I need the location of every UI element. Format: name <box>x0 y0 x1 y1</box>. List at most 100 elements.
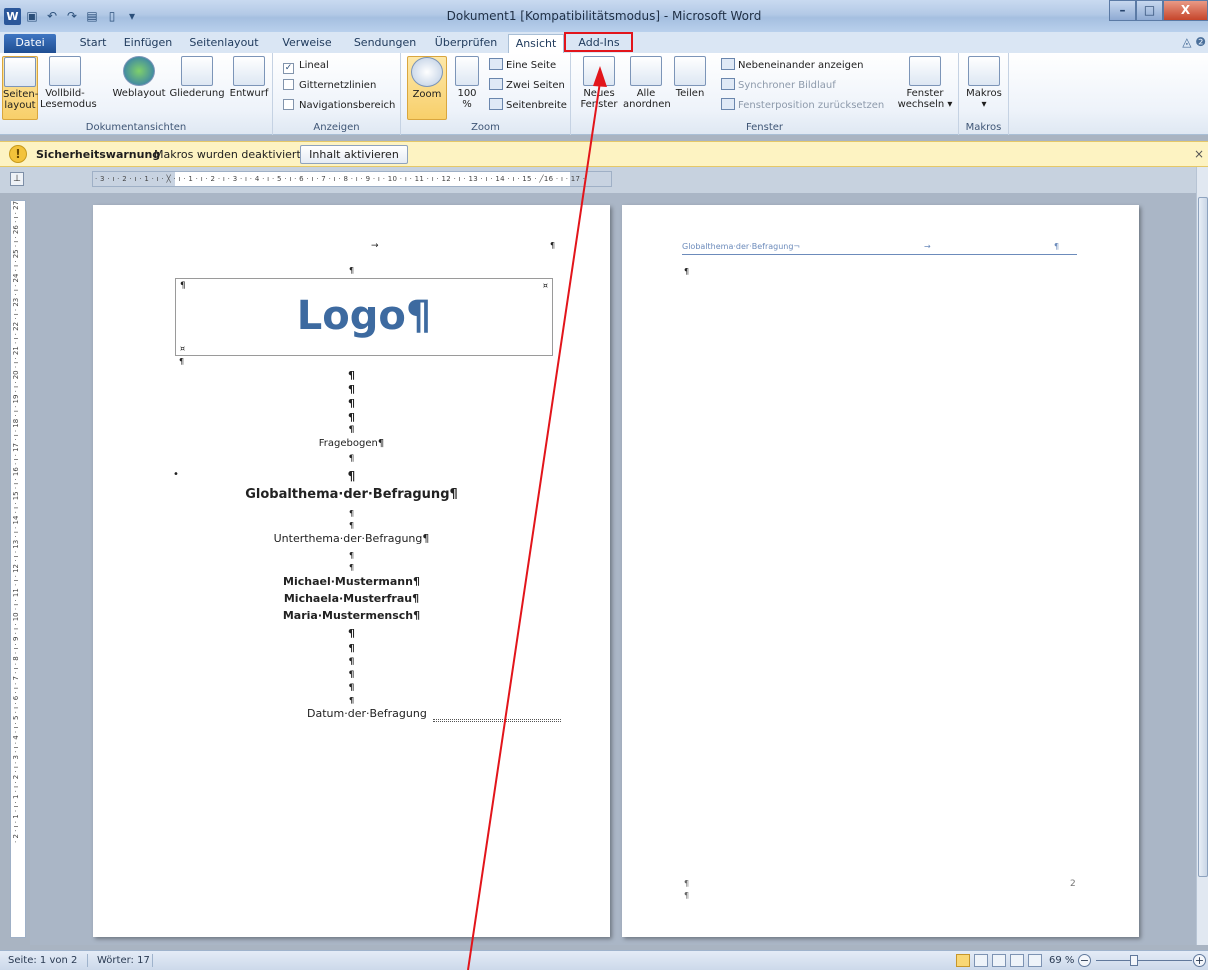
close-security-bar-icon[interactable]: × <box>1194 147 1204 161</box>
tab-selector-icon[interactable]: ⊥ <box>10 172 24 186</box>
lineal-checkbox-row[interactable]: ✓ Lineal <box>283 58 329 74</box>
gitternetzlinien-checkbox-row[interactable]: Gitternetzlinien <box>283 78 376 94</box>
fragebogen-text[interactable]: Fragebogen¶ <box>93 438 610 449</box>
paragraph-mark: ¶ <box>348 683 355 693</box>
horizontal-ruler[interactable]: · 3 · ı · 2 · ı · 1 · ı · ╳ · ı · 1 · ı … <box>92 171 612 187</box>
reset-window-position-icon <box>721 98 735 110</box>
side-by-side-icon <box>721 58 735 70</box>
tab-sendungen[interactable]: Sendungen <box>350 34 420 53</box>
word-count-status[interactable]: Wörter: 17 <box>97 955 150 966</box>
makros-label: Makros ▾ <box>966 88 1002 110</box>
neues-fenster-label: Neues Fenster <box>580 88 618 110</box>
fensterposition-label: Fensterposition zurücksetzen <box>738 100 885 111</box>
group-fenster: Neues Fenster Alle anordnen Teilen Neben… <box>571 53 959 135</box>
full-screen-reading-icon <box>49 56 81 86</box>
vertical-ruler-scale: · 2 · ı · 1 · ı · 1 · ı · 2 · ı · 3 · ı … <box>12 201 20 844</box>
alle-anordnen-button[interactable]: Alle anordnen <box>623 56 671 110</box>
seitenlayout-view-button[interactable]: Seiten- layout <box>2 56 38 120</box>
synchroner-label: Synchroner Bildlauf <box>738 80 836 91</box>
web-layout-view-icon[interactable] <box>992 954 1006 967</box>
fensterposition-zuruecksetzen-button[interactable]: Fensterposition zurücksetzen <box>721 98 884 114</box>
lineal-checkbox[interactable]: ✓ <box>283 63 294 74</box>
author-1[interactable]: Michael·Mustermann¶ <box>93 575 610 588</box>
status-bar: Seite: 1 von 2 Wörter: 17 69 % − + <box>0 950 1208 970</box>
entwurf-button[interactable]: Entwurf <box>228 56 270 99</box>
logo-box-pilcrow: ¶ <box>180 281 186 291</box>
zoom-out-button[interactable]: − <box>1078 954 1091 967</box>
page2-header-tab: → <box>924 242 931 251</box>
vertical-ruler[interactable]: · 2 · ı · 1 · ı · 1 · ı · 2 · ı · 3 · ı … <box>10 200 26 938</box>
minimize-button[interactable]: – <box>1109 0 1136 21</box>
tab-verweise[interactable]: Verweise <box>278 34 336 53</box>
paragraph-mark: ¶ <box>348 657 355 667</box>
zoom-in-button[interactable]: + <box>1193 954 1206 967</box>
new-window-icon <box>583 56 615 86</box>
enable-content-button[interactable]: Inhalt aktivieren <box>300 145 408 164</box>
fenster-wechseln-button[interactable]: Fenster wechseln ▾ <box>897 56 953 110</box>
gitternetzlinien-checkbox[interactable] <box>283 79 294 90</box>
page-2[interactable]: Globalthema·der·Befragung¬ → ¶ ¶ ¶ ¶ 2 <box>622 205 1139 937</box>
two-pages-icon <box>489 78 503 90</box>
help-icon[interactable]: ◬ ❷ <box>1182 35 1206 49</box>
document-area[interactable]: → ¶ ¶ ¶ ¤ ¤ Logo¶ ¶ ¶ ¶ ¶ ¶ ¶ Fragebogen… <box>30 193 1196 945</box>
outline-view-icon[interactable] <box>1010 954 1024 967</box>
maximize-button[interactable]: □ <box>1136 0 1163 21</box>
lineal-label: Lineal <box>299 60 329 71</box>
tab-einfuegen[interactable]: Einfügen <box>120 34 176 53</box>
zoom-slider-track[interactable] <box>1096 960 1192 961</box>
arrange-all-icon <box>630 56 662 86</box>
navigationsbereich-checkbox-row[interactable]: Navigationsbereich <box>283 98 395 114</box>
page-1[interactable]: → ¶ ¶ ¶ ¤ ¤ Logo¶ ¶ ¶ ¶ ¶ ¶ ¶ Fragebogen… <box>93 205 610 937</box>
page2-header-text[interactable]: Globalthema·der·Befragung¬ <box>682 242 800 251</box>
globalthema-heading[interactable]: Globalthema·der·Befragung¶ <box>93 487 610 502</box>
weblayout-button[interactable]: Weblayout <box>112 56 166 99</box>
navigationsbereich-checkbox[interactable] <box>283 99 294 110</box>
window-controls: – □ X <box>1109 0 1208 21</box>
page-count-status[interactable]: Seite: 1 von 2 <box>8 955 77 966</box>
zoom-100-button[interactable]: 100 % <box>451 56 483 110</box>
synchroner-bildlauf-button[interactable]: Synchroner Bildlauf <box>721 78 836 94</box>
scrollbar-thumb[interactable] <box>1198 197 1208 877</box>
tab-start[interactable]: Start <box>72 34 114 53</box>
author-2[interactable]: Michaela·Musterfrau¶ <box>93 592 610 605</box>
author-3[interactable]: Maria·Mustermensch¶ <box>93 609 610 622</box>
header-tab-mark: → <box>371 241 379 251</box>
vertical-scrollbar[interactable] <box>1196 167 1208 945</box>
paragraph-mark: ¶ <box>684 879 690 888</box>
full-screen-view-icon[interactable] <box>974 954 988 967</box>
group-label-fenster: Fenster <box>745 122 784 133</box>
tab-file[interactable]: Datei <box>4 34 56 53</box>
switch-windows-icon <box>909 56 941 86</box>
nebeneinander-anzeigen-button[interactable]: Nebeneinander anzeigen <box>721 58 863 74</box>
zwei-seiten-button[interactable]: Zwei Seiten <box>489 78 565 94</box>
zoom-button[interactable]: Zoom <box>407 56 447 120</box>
magnifier-icon <box>411 57 443 87</box>
nebeneinander-label: Nebeneinander anzeigen <box>738 60 864 71</box>
datum-fill-line <box>433 719 561 722</box>
datum-text[interactable]: Datum·der·Befragung <box>307 707 427 720</box>
vollbild-lesemodus-button[interactable]: Vollbild- Lesemodus <box>40 56 97 110</box>
makros-button[interactable]: Makros ▾ <box>963 56 1005 110</box>
tab-ueberpruefen[interactable]: Überprüfen <box>432 34 500 53</box>
tab-seitenlayout[interactable]: Seitenlayout <box>186 34 262 53</box>
gliederung-button[interactable]: Gliederung <box>168 56 226 99</box>
zoom-level[interactable]: 69 % <box>1049 955 1074 966</box>
teilen-button[interactable]: Teilen <box>671 56 709 99</box>
draft-view-icon[interactable] <box>1028 954 1042 967</box>
group-label-dokumentansichten: Dokumentansichten <box>85 122 187 133</box>
zoom-100-label: 100 % <box>457 88 477 110</box>
close-button[interactable]: X <box>1163 0 1208 21</box>
zoom-slider-thumb[interactable] <box>1130 955 1138 966</box>
neues-fenster-button[interactable]: Neues Fenster <box>577 56 621 110</box>
seitenbreite-button[interactable]: Seitenbreite <box>489 98 567 114</box>
entwurf-label: Entwurf <box>229 88 269 99</box>
paragraph-mark: ¶ <box>348 383 355 396</box>
paragraph-mark: ¶ <box>348 411 355 424</box>
tab-ansicht[interactable]: Ansicht <box>508 34 564 53</box>
unterthema-text[interactable]: Unterthema·der·Befragung¶ <box>93 532 610 545</box>
paragraph-mark: ¶ <box>347 469 356 483</box>
logo-placeholder-box[interactable]: ¶ ¤ ¤ Logo¶ <box>175 278 553 356</box>
eine-seite-button[interactable]: Eine Seite <box>489 58 556 74</box>
page-width-icon <box>489 98 503 110</box>
print-layout-view-icon[interactable] <box>956 954 970 967</box>
